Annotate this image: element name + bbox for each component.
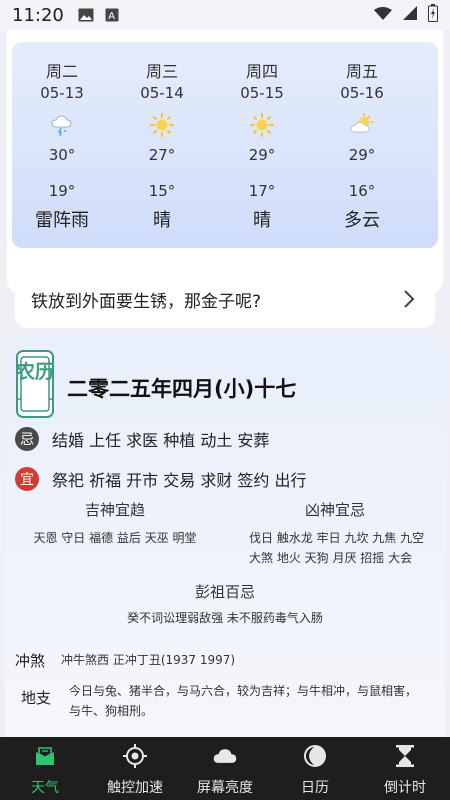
- moon-phase-icon: [302, 743, 328, 769]
- lunar-date: 二零二五年四月(小)十七: [67, 377, 297, 401]
- signal-icon: [402, 5, 418, 26]
- svg-text:A: A: [108, 11, 115, 22]
- forecast-day: 周三 05-14 27° 15° 晴: [112, 42, 212, 248]
- nav-label: 屏幕亮度: [197, 780, 253, 796]
- nav-tab-weather[interactable]: 天气: [0, 737, 90, 800]
- dizhi-value: 今日与兔、猪半合，与马六合，较为吉祥；与牛相冲，与鼠相害，与牛、狗相刑。: [69, 684, 418, 718]
- forecast-weekday: 周五: [345, 62, 378, 81]
- pengzu-title: 彭祖百忌: [194, 583, 255, 601]
- forecast-high: 30°: [48, 146, 76, 164]
- battery-icon: [428, 3, 438, 27]
- status-bar: 11:20 A: [0, 0, 450, 30]
- weather-forecast-card: 周二 05-13 30° 19° 雷阵雨 周三 05-14 27° 15° 晴: [7, 30, 443, 294]
- nav-tab-countdown[interactable]: 倒计时: [360, 737, 450, 800]
- gallery-notification-icon: [78, 8, 94, 22]
- lucky-gods-list: 天恩 守日 福德 益后 天巫 明堂: [33, 531, 197, 545]
- lucky-gods-column: 吉神宜趋 天恩 守日 福德 益后 天巫 明堂: [5, 499, 225, 568]
- chevron-right-icon: [399, 288, 419, 310]
- forecast-panel: 周二 05-13 30° 19° 雷阵雨 周三 05-14 27° 15° 晴: [12, 42, 438, 248]
- forecast-low: 17°: [248, 182, 276, 200]
- cloud-icon: [212, 743, 238, 769]
- gods-section: 吉神宜趋 天恩 守日 福德 益后 天巫 明堂 凶神宜忌 伐日 触水龙 牢日 九坎…: [5, 499, 445, 568]
- text-notification-icon: A: [104, 8, 120, 22]
- target-icon: [122, 743, 148, 769]
- nav-label: 倒计时: [384, 780, 426, 796]
- forecast-weekday: 周四: [245, 62, 278, 81]
- forecast-date: 05-13: [40, 84, 84, 102]
- lucky-gods-title: 吉神宜趋: [84, 501, 145, 519]
- nav-label: 触控加速: [107, 780, 163, 796]
- forecast-date: 05-16: [340, 84, 384, 102]
- clash-value: 冲牛煞西 正冲丁丑(1937 1997): [61, 653, 236, 667]
- forecast-condition: 雷阵雨: [35, 210, 89, 231]
- scroll-content[interactable]: 周二 05-13 30° 19° 雷阵雨 周三 05-14 27° 15° 晴: [0, 30, 450, 737]
- forecast-low: 16°: [348, 182, 376, 200]
- forecast-high: 27°: [148, 146, 176, 164]
- forecast-date: 05-15: [240, 84, 284, 102]
- partly-cloudy-icon: [349, 112, 375, 138]
- avoid-items: 结婚 上任 求医 种植 动土 安葬: [52, 431, 270, 450]
- forecast-day: 周二 05-13 30° 19° 雷阵雨: [12, 42, 112, 248]
- nav-label: 天气: [31, 780, 59, 796]
- nav-tab-touch-boost[interactable]: 触控加速: [90, 737, 180, 800]
- forecast-low: 15°: [148, 182, 176, 200]
- forecast-condition: 晴: [153, 210, 171, 231]
- status-time: 11:20: [12, 4, 64, 26]
- suitable-badge: 宜: [15, 467, 39, 491]
- lunar-calendar-seal-icon: 农历: [15, 349, 55, 419]
- sunny-icon: [249, 112, 275, 138]
- nav-tab-calendar[interactable]: 日历: [270, 737, 360, 800]
- forecast-high: 29°: [248, 146, 276, 164]
- dizhi-row: 地支 今日与兔、猪半合，与马六合，较为吉祥；与牛相冲，与鼠相害，与牛、狗相刑。: [21, 681, 419, 721]
- forecast-day: 周五 05-16 29° 16° 多云: [312, 42, 412, 248]
- hourglass-icon: [392, 743, 418, 769]
- forecast-weekday: 周三: [145, 62, 178, 81]
- weather-icon: [32, 743, 58, 769]
- thunderstorm-icon: [49, 112, 75, 138]
- forecast-date: 05-14: [140, 84, 184, 102]
- nav-label: 日历: [301, 780, 329, 796]
- question-text: 铁放到外面要生锈，那金子呢?: [31, 291, 262, 312]
- clash-row: 冲煞 冲牛煞西 正冲丁丑(1937 1997): [15, 650, 235, 671]
- suitable-items: 祭祀 祈福 开市 交易 求财 签约 出行: [52, 471, 307, 490]
- seal-text: 农历: [15, 361, 54, 383]
- almanac-card: 农历 二零二五年四月(小)十七 忌 结婚 上任 求医 种植 动土 安葬 宜 祭祀…: [5, 337, 445, 737]
- dizhi-label: 地支: [21, 689, 52, 707]
- bottom-navigation: 天气 触控加速 屏幕亮度 日历 倒计时: [0, 737, 450, 800]
- evil-spirits-title: 凶神宜忌: [304, 501, 365, 519]
- sunny-icon: [149, 112, 175, 138]
- daily-question-card[interactable]: 铁放到外面要生锈，那金子呢?: [15, 270, 435, 328]
- forecast-condition: 晴: [253, 210, 271, 231]
- evil-spirits-column: 凶神宜忌 伐日 触水龙 牢日 九坎 九焦 九空 大煞 地火 天狗 月厌 招摇 大…: [225, 499, 445, 568]
- avoid-row: 忌 结婚 上任 求医 种植 动土 安葬: [15, 427, 269, 451]
- nav-tab-brightness[interactable]: 屏幕亮度: [180, 737, 270, 800]
- forecast-weekday: 周二: [45, 62, 78, 81]
- avoid-badge: 忌: [15, 427, 39, 451]
- forecast-high: 29°: [348, 146, 376, 164]
- wifi-icon: [374, 5, 392, 26]
- forecast-day: 周四 05-15 29° 17° 晴: [212, 42, 312, 248]
- evil-spirits-list: 伐日 触水龙 牢日 九坎 九焦 九空 大煞 地火 天狗 月厌 招摇 大会: [249, 531, 425, 565]
- forecast-condition: 多云: [344, 210, 380, 231]
- forecast-low: 19°: [48, 182, 76, 200]
- clash-label: 冲煞: [15, 652, 46, 670]
- pengzu-text: 癸不词讼理弱敌强 未不服药毒气入肠: [127, 611, 323, 625]
- suitable-row: 宜 祭祀 祈福 开市 交易 求财 签约 出行: [15, 467, 307, 491]
